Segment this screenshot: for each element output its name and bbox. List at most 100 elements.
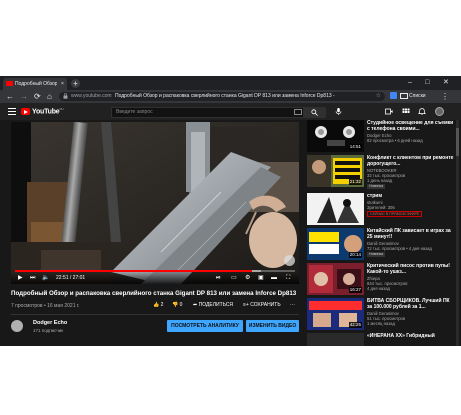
youtube-header: YouTubeRU Введите запрос xyxy=(0,103,461,120)
recommendation-title[interactable]: Студийное освещение для съемки с телефон… xyxy=(367,120,456,132)
like-count: 2 xyxy=(160,302,164,308)
home-icon[interactable]: ⌂ xyxy=(47,91,52,102)
youtube-logo-icon[interactable] xyxy=(21,108,30,115)
lock-icon xyxy=(63,93,68,99)
recommendation-title[interactable]: БИТВА СБОРЩИКОВ. Лучший ПК за 100.000 ру… xyxy=(367,298,456,310)
url-text: www.youtube.com xyxy=(71,93,112,99)
recommendation-thumbnail[interactable]: 20:14 xyxy=(307,228,364,260)
video-time: 22:51 / 27:01 xyxy=(56,275,86,281)
video-player[interactable]: ▶ ⏭ 🔈 22:51 / 27:01 ⏯ ▭ ⚙ ▣ ▬ ⛶ xyxy=(11,122,299,284)
recommendation-stats: Зрителей: 306 xyxy=(367,205,395,210)
youtube-region: RU xyxy=(59,107,64,111)
dislike-icon: 👎 xyxy=(172,302,179,308)
reading-list-label: Списки xyxy=(409,93,426,99)
recommendation-item[interactable]: 16:27 Критический писос против пупы! Как… xyxy=(307,263,457,303)
fullscreen-icon[interactable]: ⛶ xyxy=(286,274,290,282)
progress-bar[interactable] xyxy=(15,270,295,272)
create-video-icon[interactable] xyxy=(385,108,393,115)
account-avatar[interactable] xyxy=(435,107,444,116)
recommendation-thumbnail[interactable] xyxy=(307,193,364,225)
microphone-icon[interactable] xyxy=(334,107,343,116)
search-icon xyxy=(311,109,318,116)
channel-name[interactable]: Dodger Echo xyxy=(33,320,67,326)
search-input[interactable]: Введите запрос xyxy=(111,107,304,118)
recommendation-title[interactable]: Критический писос против пупы! Какой-то … xyxy=(367,263,456,275)
settings-gear-icon[interactable]: ⚙ xyxy=(245,274,250,282)
back-icon[interactable]: ← xyxy=(6,91,14,102)
omnibox[interactable]: www.youtube.com Подробный Обзор и распак… xyxy=(59,92,385,101)
apps-grid-icon[interactable] xyxy=(402,108,410,115)
recommendation-item[interactable]: 42:25 БИТВА СБОРЩИКОВ. Лучший ПК за 100.… xyxy=(307,298,457,338)
like-icon: 👍 xyxy=(153,302,160,308)
close-window-icon[interactable]: ✕ xyxy=(443,77,449,89)
youtube-favicon-icon xyxy=(6,81,13,86)
search-button[interactable] xyxy=(304,107,326,118)
hamburger-menu-icon[interactable] xyxy=(8,108,16,115)
recommendation-item[interactable]: 21:32 Конфликт с клиентом при ремонте до… xyxy=(307,155,457,195)
keyboard-icon[interactable] xyxy=(294,109,302,115)
extension-icon[interactable] xyxy=(390,92,397,99)
theater-mode-icon[interactable]: ▬ xyxy=(271,274,277,282)
duration-badge: 16:27 xyxy=(348,287,362,293)
view-analytics-button[interactable]: ПОСМОТРЕТЬ АНАЛИТИКУ xyxy=(167,320,243,332)
recommendation-item[interactable]: «ИНЕРАНА XX» Гибридный xyxy=(307,333,457,346)
new-tab-button[interactable]: + xyxy=(71,79,80,88)
recommendation-title[interactable]: стрим xyxy=(367,193,456,199)
channel-avatar[interactable] xyxy=(11,320,23,332)
youtube-wordmark: YouTube xyxy=(32,108,60,116)
player-controls-bar xyxy=(11,272,299,284)
duration-badge: 42:25 xyxy=(348,322,362,328)
minimize-icon[interactable]: – xyxy=(408,77,412,89)
next-video-icon[interactable]: ⏭ xyxy=(30,274,35,282)
recommendation-thumbnail[interactable] xyxy=(307,333,364,346)
share-button[interactable]: ➦ ПОДЕЛИТЬСЯ xyxy=(193,301,233,309)
channel-watermark-icon[interactable] xyxy=(284,255,295,266)
recommendation-title[interactable]: «ИНЕРАНА XX» Гибридный xyxy=(367,333,456,339)
live-badge: СЕЙЧАС В ПРЯМОМ ЭФИРЕ xyxy=(367,211,423,217)
new-badge: Новинка xyxy=(367,252,386,257)
recommendation-age: 4 дня назад xyxy=(367,286,390,291)
notifications-bell-icon[interactable] xyxy=(418,108,426,115)
dislike-button[interactable]: 👎 0 xyxy=(172,301,182,309)
reading-list-button[interactable]: Списки xyxy=(400,91,426,102)
share-icon: ➦ xyxy=(193,302,198,308)
thumbnail-image xyxy=(307,193,364,225)
close-tab-icon[interactable]: × xyxy=(61,78,64,90)
duration-badge: 14:51 xyxy=(348,144,362,150)
youtube-logo-text[interactable]: YouTubeRU xyxy=(32,107,64,116)
sidebar-scrollbar[interactable] xyxy=(456,120,459,346)
browser-menu-icon[interactable]: ⋮ xyxy=(441,91,449,102)
reading-list-icon xyxy=(400,92,408,99)
play-icon[interactable]: ▶ xyxy=(18,274,23,282)
reload-icon[interactable]: ⟳ xyxy=(34,91,41,102)
subtitles-icon[interactable]: ▭ xyxy=(231,274,237,282)
maximize-icon[interactable]: □ xyxy=(425,77,429,89)
recommendation-thumbnail[interactable]: 16:27 xyxy=(307,263,364,295)
recommendation-title[interactable]: Конфликт с клиентом при ремонте дорогуще… xyxy=(367,155,456,167)
scrollbar-thumb[interactable] xyxy=(456,128,459,156)
recommendation-title[interactable]: Китайский ПК зависает в играх за 25 мину… xyxy=(367,228,456,240)
recommendation-thumbnail[interactable]: 14:51 xyxy=(307,120,364,152)
recommendation-thumbnail[interactable]: 42:25 xyxy=(307,298,364,330)
recommendation-item[interactable]: стрим stutkumi Зрителей: 306 СЕЙЧАС В ПР… xyxy=(307,193,457,233)
recommendation-thumbnail[interactable]: 21:32 xyxy=(307,155,364,187)
miniplayer-icon[interactable]: ▣ xyxy=(258,274,264,282)
edit-video-button[interactable]: ИЗМЕНИТЬ ВИДЕО xyxy=(246,320,299,332)
recommendation-stats: 72 тыс. просмотров • 4 дня назад xyxy=(367,246,432,251)
forward-icon[interactable]: → xyxy=(20,91,28,102)
more-actions-button[interactable]: ··· xyxy=(290,301,295,309)
share-label: ПОДЕЛИТЬСЯ xyxy=(198,302,234,308)
recommendation-item[interactable]: 14:51 Студийное освещение для съемки с т… xyxy=(307,120,457,160)
like-button[interactable]: 👍 2 xyxy=(153,301,163,309)
dislike-count: 0 xyxy=(179,302,183,308)
autoplay-toggle-icon[interactable]: ⏯ xyxy=(216,274,221,282)
bookmark-star-icon[interactable]: ☆ xyxy=(376,92,381,101)
search-placeholder: Введите запрос xyxy=(116,109,153,115)
save-button[interactable]: ≡+ СОХРАНИТЬ xyxy=(243,301,281,309)
duration-badge: 20:14 xyxy=(348,252,362,258)
browser-window: Подробный Обзор и р × + – □ ✕ ← → ⟳ ⌂ ww… xyxy=(0,76,461,346)
video-frame xyxy=(11,122,299,284)
volume-icon[interactable]: 🔈 xyxy=(42,274,49,282)
recommendation-item[interactable]: 20:14 Китайский ПК зависает в играх за 2… xyxy=(307,228,457,268)
browser-tab[interactable]: Подробный Обзор и р × xyxy=(3,78,67,90)
